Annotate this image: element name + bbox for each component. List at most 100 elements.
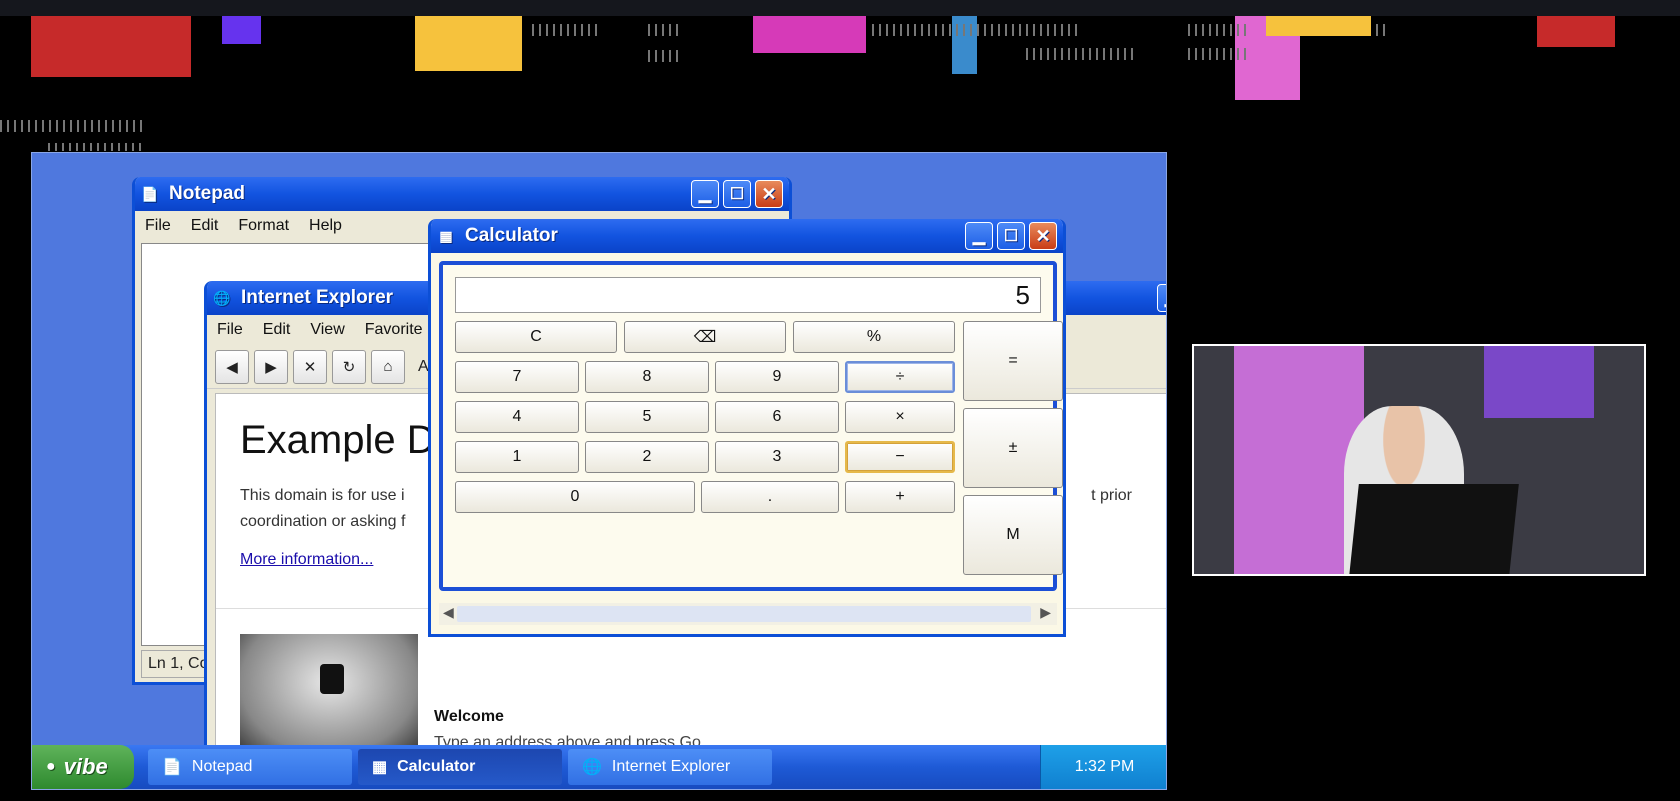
home-icon: ⌂: [383, 358, 393, 375]
notepad-icon: 📄: [141, 185, 159, 202]
add-button[interactable]: +: [845, 481, 955, 513]
menu-file[interactable]: File: [217, 321, 243, 339]
calculator-titlebar[interactable]: ▦ Calculator ▁ ☐ ✕: [431, 219, 1063, 253]
decimal-button[interactable]: .: [701, 481, 839, 513]
webcam-overlay: [1192, 344, 1646, 576]
horizontal-scrollbar[interactable]: ◀ ▶: [439, 603, 1057, 625]
close-button[interactable]: ✕: [1029, 222, 1057, 250]
key-7[interactable]: 7: [455, 361, 579, 393]
product-image: [240, 634, 418, 754]
clear-button[interactable]: C: [455, 321, 617, 353]
banner-ticks: [0, 120, 146, 132]
menu-help[interactable]: Help: [309, 217, 342, 235]
menu-file[interactable]: File: [145, 217, 171, 235]
percent-button[interactable]: %: [793, 321, 955, 353]
maximize-button[interactable]: ☐: [997, 222, 1025, 250]
banner-block: [753, 16, 866, 53]
webcam-backdrop: [1484, 346, 1594, 418]
calculator-window[interactable]: ▦ Calculator ▁ ☐ ✕ 5 C ⌫ % = 7 8 9 ÷ 4 5…: [428, 219, 1066, 637]
stop-button[interactable]: ✕: [293, 349, 327, 384]
banner-block: [415, 16, 522, 71]
taskbar-item-label: Internet Explorer: [611, 758, 731, 775]
minimize-button[interactable]: ▁: [965, 222, 993, 250]
menu-edit[interactable]: Edit: [263, 321, 291, 339]
banner-ticks: [648, 24, 678, 36]
start-logo-icon: ●: [46, 758, 56, 775]
divide-button[interactable]: ÷: [845, 361, 955, 393]
forward-icon: ▶: [265, 358, 277, 376]
calculator-display: 5: [455, 277, 1041, 313]
taskbar-item-internet-explorer[interactable]: 🌐 Internet Explorer: [568, 749, 772, 785]
taskbar: ● vibe 📄 Notepad ▦ Calculator 🌐 Internet…: [32, 745, 1166, 789]
apple-logo-icon: [320, 664, 344, 694]
back-button[interactable]: ◀: [215, 349, 249, 384]
key-4[interactable]: 4: [455, 401, 579, 433]
more-info-link[interactable]: More information...: [240, 551, 373, 569]
banner-ticks: [648, 50, 678, 62]
notepad-titlebar[interactable]: 📄 Notepad ▁ ☐ ✕: [135, 177, 789, 211]
key-5[interactable]: 5: [585, 401, 709, 433]
calculator-icon: ▦: [372, 759, 388, 776]
desktop[interactable]: 📄 Notepad ▁ ☐ ✕ File Edit Format Help Ln…: [31, 152, 1167, 790]
key-3[interactable]: 3: [715, 441, 839, 473]
banner-ticks: [1188, 24, 1248, 36]
taskbar-item-label: Notepad: [191, 758, 253, 775]
banner-ticks: [1376, 24, 1386, 36]
back-icon: ◀: [226, 358, 238, 376]
banner-block: [1537, 16, 1615, 47]
forward-button[interactable]: ▶: [254, 349, 288, 384]
key-8[interactable]: 8: [585, 361, 709, 393]
menu-format[interactable]: Format: [238, 217, 289, 235]
start-label: vibe: [63, 754, 108, 779]
calculator-body: 5 C ⌫ % = 7 8 9 ÷ 4 5 6 × ± 1 2 3 − 0 . …: [439, 261, 1063, 591]
banner-block: [222, 16, 261, 44]
menu-edit[interactable]: Edit: [191, 217, 219, 235]
notepad-title: Notepad: [169, 183, 245, 204]
minimize-button[interactable]: ▁: [691, 180, 719, 208]
taskbar-item-calculator[interactable]: ▦ Calculator: [358, 749, 562, 785]
refresh-button[interactable]: ↻: [332, 349, 366, 384]
banner-block: [31, 16, 191, 77]
calculator-icon: ▦: [439, 227, 453, 244]
taskbar-item-notepad[interactable]: 📄 Notepad: [148, 749, 352, 785]
key-1[interactable]: 1: [455, 441, 579, 473]
paragraph-line-1-end: t prior: [1091, 487, 1132, 504]
banner-ticks: [1026, 48, 1136, 60]
banner-ticks: [532, 24, 598, 36]
stop-icon: ✕: [303, 358, 317, 376]
scroll-thumb[interactable]: [457, 606, 1031, 622]
calculator-title: Calculator: [465, 225, 558, 246]
menu-view[interactable]: View: [310, 321, 344, 339]
welcome-heading: Welcome: [434, 708, 504, 725]
globe-icon: 🌐: [213, 289, 231, 306]
key-9[interactable]: 9: [715, 361, 839, 393]
home-button[interactable]: ⌂: [371, 349, 405, 384]
maximize-button[interactable]: ☐: [723, 180, 751, 208]
taskbar-item-label: Calculator: [397, 758, 476, 775]
start-button[interactable]: ● vibe: [32, 745, 134, 789]
close-button[interactable]: ✕: [755, 180, 783, 208]
notepad-icon: 📄: [162, 759, 182, 776]
multiply-button[interactable]: ×: [845, 401, 955, 433]
menu-favorites[interactable]: Favorite: [365, 321, 423, 339]
plus-minus-button[interactable]: ±: [963, 408, 1063, 488]
backspace-button[interactable]: ⌫: [624, 321, 786, 353]
banner-ticks: [872, 24, 1080, 36]
key-2[interactable]: 2: [585, 441, 709, 473]
scroll-right-icon[interactable]: ▶: [1040, 604, 1051, 621]
paragraph-line-1: This domain is for use i: [240, 487, 405, 504]
top-banner: [0, 0, 1680, 16]
key-6[interactable]: 6: [715, 401, 839, 433]
equals-button[interactable]: =: [963, 321, 1063, 401]
scroll-left-icon[interactable]: ◀: [443, 604, 454, 621]
subtract-button[interactable]: −: [845, 441, 955, 473]
globe-icon: 🌐: [582, 759, 602, 776]
ie-title: Internet Explorer: [241, 287, 394, 308]
banner-block: [1266, 16, 1371, 36]
system-tray-clock: 1:32 PM: [1040, 745, 1166, 789]
key-0[interactable]: 0: [455, 481, 695, 513]
minimize-button[interactable]: ▁: [1157, 284, 1166, 312]
refresh-icon: ↻: [342, 358, 356, 376]
banner-ticks: [1188, 48, 1248, 60]
memory-button[interactable]: M: [963, 495, 1063, 575]
